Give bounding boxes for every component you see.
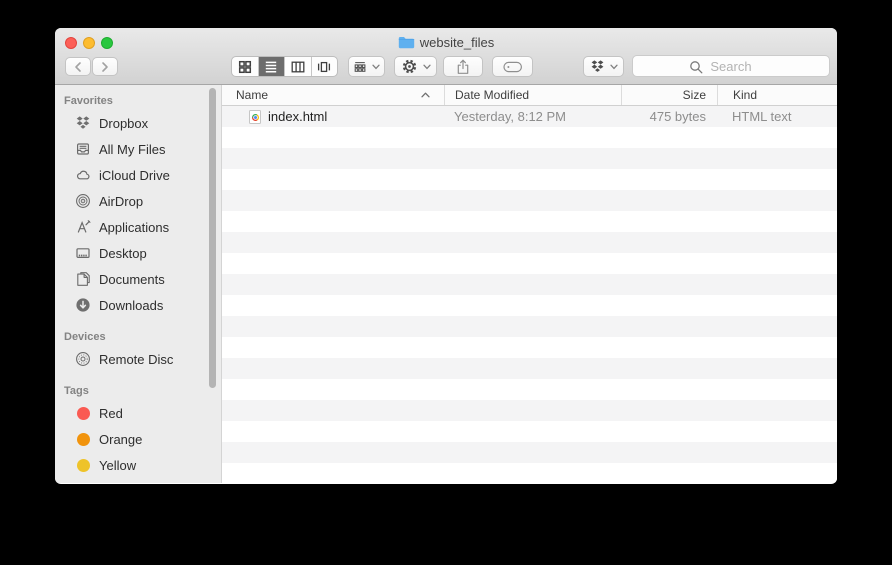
sidebar-item-label: Dropbox <box>99 116 148 131</box>
size-cell: 475 bytes <box>621 106 717 127</box>
sidebar-item-downloads[interactable]: Downloads <box>55 292 221 318</box>
icon-view-button[interactable] <box>232 57 258 76</box>
sort-ascending-icon <box>421 92 430 98</box>
file-row-index-html[interactable]: index.html Yesterday, 8:12 PM 475 bytes … <box>222 106 837 127</box>
sidebar-item-all-my-files[interactable]: All My Files <box>55 136 221 162</box>
applications-icon <box>75 219 91 235</box>
column-header-kind[interactable]: Kind <box>717 85 837 105</box>
file-list: Name Date Modified Size Kind <box>222 85 837 483</box>
tag-icon <box>503 61 523 73</box>
chevron-down-icon <box>372 64 380 70</box>
forward-button[interactable] <box>92 57 118 76</box>
sidebar-item-applications[interactable]: Applications <box>55 214 221 240</box>
titlebar[interactable]: website_files <box>55 28 837 85</box>
arrange-icon <box>353 60 367 74</box>
sidebar-section-tags: Tags <box>55 382 221 400</box>
sidebar-item-desktop[interactable]: Desktop <box>55 240 221 266</box>
window-content: Favorites Dropbox All My <box>55 85 837 483</box>
share-button[interactable] <box>443 56 483 77</box>
sidebar-item-tag-yellow[interactable]: Yellow <box>55 452 221 478</box>
sidebar-scrollbar[interactable] <box>209 88 216 388</box>
remote-disc-icon <box>75 351 91 367</box>
sidebar-item-tag-red[interactable]: Red <box>55 400 221 426</box>
sidebar-section-devices: Devices <box>55 328 221 346</box>
list-view-icon <box>263 59 279 75</box>
sidebar-item-label: Yellow <box>99 458 136 473</box>
tag-circle-red <box>75 405 91 421</box>
list-rows-area: index.html Yesterday, 8:12 PM 475 bytes … <box>222 106 837 482</box>
share-icon <box>455 59 471 75</box>
gear-icon <box>401 58 418 75</box>
sidebar-item-label: Red <box>99 406 123 421</box>
tag-circle-orange <box>75 431 91 447</box>
documents-icon <box>75 271 91 287</box>
sidebar-item-remote-disc[interactable]: Remote Disc <box>55 346 221 372</box>
desktop-background: { "window": { "title": "website_files", … <box>0 0 892 565</box>
html-file-icon <box>249 110 261 124</box>
all-my-files-icon <box>75 141 91 157</box>
coverflow-view-icon <box>316 59 332 75</box>
window-title: website_files <box>420 35 494 50</box>
search-input[interactable] <box>633 56 829 76</box>
list-header: Name Date Modified Size Kind <box>222 85 837 106</box>
sidebar-item-label: AirDrop <box>99 194 143 209</box>
downloads-icon <box>75 297 91 313</box>
file-name: index.html <box>268 109 327 124</box>
icon-view-icon <box>237 59 253 75</box>
coverflow-view-button[interactable] <box>311 57 338 76</box>
chevron-down-icon <box>423 64 431 70</box>
sidebar-item-airdrop[interactable]: AirDrop <box>55 188 221 214</box>
sidebar-item-label: Applications <box>99 220 169 235</box>
date-modified-cell: Yesterday, 8:12 PM <box>444 106 621 127</box>
desktop-icon <box>75 245 91 261</box>
view-mode-switcher <box>231 56 338 77</box>
window-title-area: website_files <box>55 33 837 51</box>
back-button[interactable] <box>65 57 91 76</box>
sidebar: Favorites Dropbox All My <box>55 85 222 483</box>
column-header-name[interactable]: Name <box>222 85 444 105</box>
tags-button[interactable] <box>492 56 533 77</box>
name-cell: index.html <box>222 106 444 127</box>
dropbox-icon <box>75 115 91 131</box>
column-header-size[interactable]: Size <box>621 85 717 105</box>
sidebar-item-label: Desktop <box>99 246 147 261</box>
column-view-button[interactable] <box>284 57 311 76</box>
search-icon <box>689 60 703 74</box>
sidebar-section-favorites: Favorites <box>55 92 221 110</box>
chevron-right-icon <box>100 61 110 73</box>
sidebar-item-label: All My Files <box>99 142 165 157</box>
sidebar-item-label: Documents <box>99 272 165 287</box>
sidebar-item-documents[interactable]: Documents <box>55 266 221 292</box>
dropbox-icon <box>590 59 605 74</box>
action-button[interactable] <box>394 56 437 77</box>
list-view-button[interactable] <box>258 57 285 76</box>
finder-window: website_files <box>55 28 837 484</box>
sidebar-item-label: Downloads <box>99 298 163 313</box>
dropbox-toolbar-button[interactable] <box>583 56 624 77</box>
sidebar-item-icloud-drive[interactable]: iCloud Drive <box>55 162 221 188</box>
sidebar-item-label: Remote Disc <box>99 352 173 367</box>
chevron-left-icon <box>73 61 83 73</box>
sidebar-item-label: Orange <box>99 432 142 447</box>
airdrop-icon <box>75 193 91 209</box>
tag-circle-yellow <box>75 457 91 473</box>
folder-icon <box>398 36 415 49</box>
search-field[interactable] <box>632 55 830 77</box>
sidebar-item-label: iCloud Drive <box>99 168 170 183</box>
column-header-date-modified[interactable]: Date Modified <box>444 85 621 105</box>
sidebar-item-tag-orange[interactable]: Orange <box>55 426 221 452</box>
kind-cell: HTML text <box>717 106 837 127</box>
icloud-drive-icon <box>75 167 91 183</box>
chevron-down-icon <box>610 64 618 70</box>
column-view-icon <box>290 59 306 75</box>
sidebar-item-dropbox[interactable]: Dropbox <box>55 110 221 136</box>
arrange-button[interactable] <box>348 56 385 77</box>
